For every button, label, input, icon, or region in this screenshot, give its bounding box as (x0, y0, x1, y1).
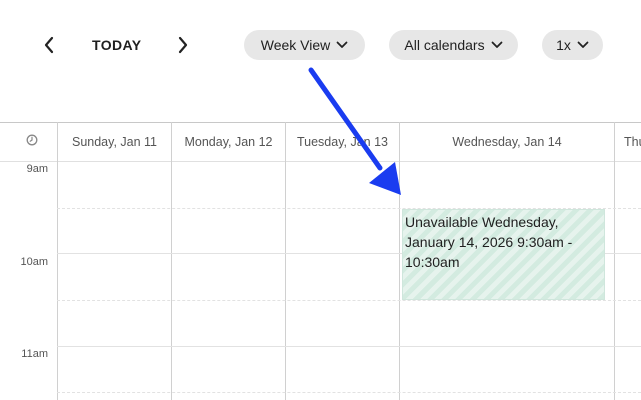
day-header-sunday[interactable]: Sunday, Jan 11 (58, 122, 171, 162)
view-selector-label: Week View (260, 37, 331, 53)
zoom-selector-label: 1x (556, 37, 571, 53)
chevron-down-icon (577, 41, 589, 48)
column-divider (285, 122, 286, 400)
day-header-wednesday[interactable]: Wednesday, Jan 14 (400, 122, 614, 162)
half-hour-line (57, 392, 641, 393)
next-week-button[interactable] (171, 32, 195, 58)
hour-label: 9am (26, 163, 48, 175)
hour-label: 11am (21, 348, 48, 360)
event-label: Unavailable Wednesday, January 14, 2026 … (405, 214, 573, 270)
column-divider (614, 122, 615, 400)
zoom-selector[interactable]: 1x (542, 30, 603, 60)
chevron-right-icon (178, 36, 188, 54)
day-header-thursday[interactable]: Thursday, Jan 15 (624, 122, 641, 162)
unavailable-event[interactable]: Unavailable Wednesday, January 14, 2026 … (402, 209, 605, 300)
day-header-monday[interactable]: Monday, Jan 12 (172, 122, 285, 162)
chevron-left-icon (44, 36, 54, 54)
calendar-toolbar: TODAY Week View All calendars 1x (0, 0, 641, 122)
calendars-selector[interactable]: All calendars (389, 30, 518, 60)
clock-icon (26, 134, 38, 146)
previous-week-button[interactable] (37, 32, 61, 58)
calendars-selector-label: All calendars (404, 37, 485, 53)
today-button[interactable]: TODAY (92, 37, 141, 53)
day-header-tuesday[interactable]: Tuesday, Jan 13 (286, 122, 399, 162)
half-hour-line (57, 300, 641, 301)
column-divider (171, 122, 172, 400)
chevron-down-icon (491, 41, 502, 48)
column-divider (57, 122, 58, 400)
hour-line (57, 346, 641, 347)
hour-label: 10am (20, 256, 48, 268)
view-selector[interactable]: Week View (244, 30, 365, 60)
column-divider (399, 122, 400, 400)
chevron-down-icon (336, 41, 348, 48)
